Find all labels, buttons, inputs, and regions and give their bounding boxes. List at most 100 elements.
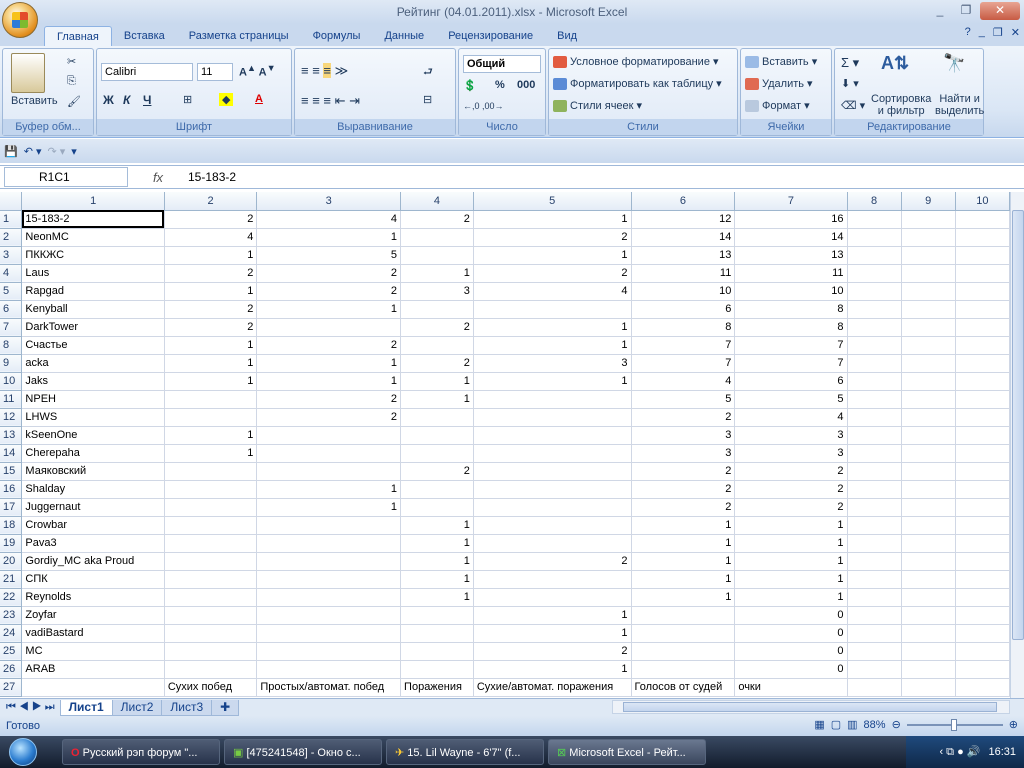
cell[interactable]: 1 [164,426,258,445]
cell[interactable]: 2 [400,462,474,481]
font-size-select[interactable]: 11 [197,63,233,81]
cell[interactable]: 1 [400,552,474,571]
cell[interactable]: 14 [631,228,736,247]
zoom-level[interactable]: 88% [864,719,886,731]
cell[interactable] [256,318,402,337]
cell[interactable]: 14 [734,228,848,247]
cell[interactable]: 1 [473,318,632,337]
cell[interactable]: 2 [631,462,736,481]
cell[interactable]: 5 [631,390,736,409]
cell[interactable]: 2 [256,264,402,283]
cell[interactable]: 11 [734,264,848,283]
row-header[interactable]: 3 [0,246,23,265]
cell[interactable]: 3 [734,444,848,463]
row-header[interactable]: 20 [0,552,23,571]
cell[interactable] [631,642,736,661]
cell[interactable] [901,588,956,607]
paste-button[interactable]: Вставить [11,95,58,107]
cell[interactable]: 1 [734,588,848,607]
cell[interactable] [847,426,902,445]
cell[interactable] [901,408,956,427]
row-header[interactable]: 25 [0,642,23,661]
close-icon[interactable]: ✕ [980,2,1020,20]
autosum-icon[interactable]: Σ ▾ [841,55,859,71]
cell[interactable]: ARAB [21,660,165,679]
cell[interactable] [473,462,632,481]
cell[interactable] [847,624,902,643]
cell[interactable] [631,606,736,625]
cell[interactable] [901,354,956,373]
cell[interactable] [164,570,258,589]
cell[interactable] [847,552,902,571]
align-top-icon[interactable]: ≡ ≡ ≡ ≫ [301,63,348,79]
cell[interactable]: 2 [164,318,258,337]
cell[interactable] [473,570,632,589]
cell[interactable]: 1 [256,228,402,247]
cell[interactable]: 2 [256,336,402,355]
cell[interactable]: 1 [400,534,474,553]
cell[interactable] [847,390,902,409]
cell[interactable]: NPEH [21,390,165,409]
cell[interactable] [473,588,632,607]
cell[interactable]: 1 [256,354,402,373]
cell[interactable]: Маяковский [21,462,165,481]
paste-icon[interactable] [11,53,45,93]
row-header[interactable]: 21 [0,570,23,589]
cell[interactable]: 2 [473,228,632,247]
cell[interactable]: 12 [631,210,736,229]
row-header[interactable]: 1 [0,210,23,229]
cell[interactable] [256,660,402,679]
cell[interactable]: 1 [473,372,632,391]
row-header[interactable]: 6 [0,300,23,319]
cell[interactable]: 0 [734,624,848,643]
save-icon[interactable]: 💾 [4,145,18,158]
cell[interactable] [847,246,902,265]
wrap-text-icon[interactable]: ⮐ [423,63,433,82]
cell[interactable] [955,480,1010,499]
row-header[interactable]: 13 [0,426,23,445]
cell[interactable]: 1 [256,372,402,391]
cell[interactable]: 2 [164,300,258,319]
cell[interactable]: 2 [256,408,402,427]
font-family-select[interactable]: Calibri [101,63,193,81]
row-header[interactable]: 16 [0,480,23,499]
cell[interactable]: 8 [734,300,848,319]
cell[interactable]: 2 [473,642,632,661]
cell[interactable]: LHWS [21,408,165,427]
cell[interactable] [631,624,736,643]
cell[interactable]: Shalday [21,480,165,499]
cell[interactable] [21,678,165,697]
cell[interactable]: 2 [734,462,848,481]
cell[interactable]: 1 [256,498,402,517]
cell[interactable]: Gordiy_MC aka Proud [21,552,165,571]
cell[interactable] [400,660,474,679]
cell[interactable] [164,642,258,661]
cell[interactable] [256,642,402,661]
cell[interactable] [901,498,956,517]
cell[interactable] [400,624,474,643]
cell[interactable] [473,444,632,463]
cell[interactable] [473,516,632,535]
cell[interactable] [901,264,956,283]
row-header[interactable]: 8 [0,336,23,355]
cell[interactable] [955,624,1010,643]
cell[interactable] [847,210,902,229]
cell[interactable]: 2 [734,498,848,517]
cell[interactable] [847,588,902,607]
cell[interactable]: 6 [734,372,848,391]
fill-color-icon[interactable]: ◆ [219,93,234,106]
cell[interactable] [901,228,956,247]
cell[interactable]: 11 [631,264,736,283]
wb-minimize-icon[interactable]: _ [979,26,985,39]
cell[interactable]: 7 [631,354,736,373]
cell[interactable]: 1 [631,570,736,589]
cell[interactable]: 3 [473,354,632,373]
cell[interactable]: NeonMC [21,228,165,247]
cell[interactable] [955,282,1010,301]
cell[interactable]: 1 [473,624,632,643]
cell[interactable] [901,318,956,337]
cell[interactable]: 2 [400,210,474,229]
row-header[interactable]: 9 [0,354,23,373]
column-header[interactable]: 4 [400,192,474,211]
cell[interactable] [955,372,1010,391]
